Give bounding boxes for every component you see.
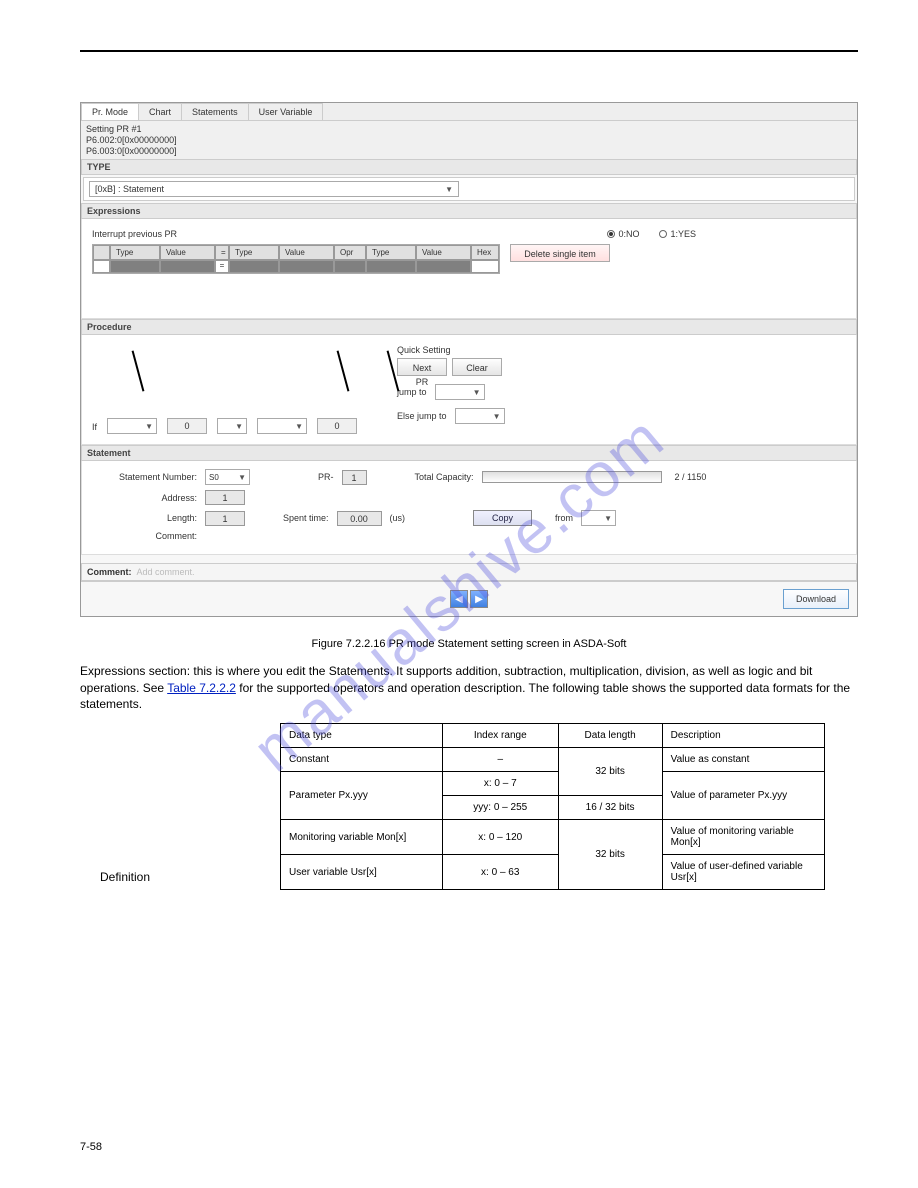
interrupt-label: Interrupt previous PR: [92, 229, 177, 239]
radio-no[interactable]: 0:NO: [607, 229, 639, 239]
if-dropdown-2[interactable]: ▼: [217, 418, 247, 434]
th-length: Data length: [558, 724, 662, 748]
statement-body: Statement Number: S0▼ PR- 1 Total Capaci…: [81, 461, 857, 555]
table-row: Parameter Px.yyy x: 0 – 7 Value of param…: [281, 772, 825, 796]
th-type3: Type: [366, 245, 416, 260]
quick-setting-panel: Quick Setting Next PR Clear jump to ▼ El…: [397, 345, 505, 434]
comment-label: Comment:: [87, 567, 132, 577]
setting-line1: Setting PR #1: [86, 124, 852, 135]
quick-setting-label: Quick Setting: [397, 345, 505, 355]
clear-button[interactable]: Clear: [452, 358, 502, 376]
delete-item-button[interactable]: Delete single item: [510, 244, 610, 262]
nav-row: ◀ ▶ Download: [81, 581, 857, 616]
th-type1: Type: [110, 245, 160, 260]
tab-chart[interactable]: Chart: [138, 103, 182, 120]
address-value: 1: [205, 490, 245, 505]
type-dropdown[interactable]: [0xB] : Statement ▼: [89, 181, 459, 197]
th-eq: =: [215, 245, 229, 260]
if-dropdown-3[interactable]: ▼: [257, 418, 307, 434]
capacity-value: 2 / 1150: [675, 472, 707, 482]
th-blank: [93, 245, 110, 260]
spent-time-value: 0.00: [337, 511, 382, 526]
procedure-body: If ▼ 0 ▼ ▼ 0 Quick Setting Next PR Clear…: [81, 335, 857, 445]
chevron-down-icon: ▼: [445, 185, 453, 194]
tab-user-variable[interactable]: User Variable: [248, 103, 324, 120]
spent-time-label: Spent time:: [283, 513, 329, 523]
page-number: 7-58: [80, 1141, 102, 1153]
header-rule: [80, 50, 858, 52]
expressions-section-header: Expressions: [81, 203, 857, 219]
th-value2: Value: [279, 245, 334, 260]
procedure-section-header: Procedure: [81, 319, 857, 335]
definition-table: Data type Index range Data length Descri…: [280, 723, 825, 890]
jump-to-label: jump to: [397, 387, 427, 397]
type-section-header: TYPE: [81, 159, 857, 175]
length-value: 1: [205, 511, 245, 526]
prev-arrow-button[interactable]: ◀: [450, 590, 468, 608]
body-text: Figure 7.2.2.16 PR mode Statement settin…: [80, 637, 858, 713]
stmt-comment-label: Comment:: [92, 531, 197, 541]
next-pr-button[interactable]: Next PR: [397, 358, 447, 376]
capacity-label: Total Capacity:: [415, 472, 474, 482]
if-value-1[interactable]: 0: [167, 418, 207, 434]
else-jump-label: Else jump to: [397, 411, 447, 421]
comment-input[interactable]: Add comment.: [137, 567, 852, 577]
th-hex: Hex: [471, 245, 499, 260]
table-link[interactable]: Table 7.2.2.2: [167, 681, 236, 695]
if-label: If: [92, 422, 97, 432]
setting-line2: P6.002:0[0x00000000]: [86, 135, 852, 146]
expressions-body: Interrupt previous PR 0:NO 1:YES Type Va…: [81, 219, 857, 319]
setting-line3: P6.003:0[0x00000000]: [86, 146, 852, 157]
figure-caption: Figure 7.2.2.16 PR mode Statement settin…: [80, 637, 858, 652]
paragraph-1: Expressions section: this is where you e…: [80, 663, 858, 713]
if-value-2[interactable]: 0: [317, 418, 357, 434]
pr-label: PR-: [318, 472, 334, 482]
length-label: Length:: [92, 513, 197, 523]
capacity-bar: [482, 471, 662, 483]
statement-num-label: Statement Number:: [92, 472, 197, 482]
th-type2: Type: [229, 245, 279, 260]
th-desc: Description: [662, 724, 824, 748]
table-row: User variable Usr[x] x: 0 – 63 Value of …: [281, 855, 825, 890]
comment-bar: Comment: Add comment.: [81, 563, 857, 581]
next-arrow-button[interactable]: ▶: [470, 590, 488, 608]
expression-table[interactable]: Type Value = Type Value Opr Type Value H…: [92, 244, 500, 274]
statement-num-dropdown[interactable]: S0▼: [205, 469, 250, 485]
download-button[interactable]: Download: [783, 589, 849, 609]
th-index: Index range: [442, 724, 558, 748]
statement-section-header: Statement: [81, 445, 857, 461]
copy-button[interactable]: Copy: [473, 510, 532, 526]
tab-pr-mode[interactable]: Pr. Mode: [81, 103, 139, 120]
definition-label: Definition: [100, 870, 150, 884]
th-value3: Value: [416, 245, 471, 260]
table-row: Data type Index range Data length Descri…: [281, 724, 825, 748]
setting-info: Setting PR #1 P6.002:0[0x00000000] P6.00…: [81, 121, 857, 159]
th-opr: Opr: [334, 245, 366, 260]
from-dropdown[interactable]: ▼: [581, 510, 616, 526]
tab-bar: Pr. Mode Chart Statements User Variable: [81, 103, 857, 121]
type-select-row: [0xB] : Statement ▼: [83, 177, 855, 201]
table-row: Constant – 32 bits Value as constant: [281, 748, 825, 772]
th-value1: Value: [160, 245, 215, 260]
jump-to-dropdown[interactable]: ▼: [435, 384, 485, 400]
address-label: Address:: [92, 493, 197, 503]
th-datatype: Data type: [281, 724, 443, 748]
tab-statements[interactable]: Statements: [181, 103, 249, 120]
if-dropdown-1[interactable]: ▼: [107, 418, 157, 434]
pr-value: 1: [342, 470, 367, 485]
radio-yes[interactable]: 1:YES: [659, 229, 696, 239]
from-label: from: [555, 513, 573, 523]
else-jump-dropdown[interactable]: ▼: [455, 408, 505, 424]
app-window: Pr. Mode Chart Statements User Variable …: [80, 102, 858, 617]
spent-time-unit: (us): [390, 513, 406, 523]
